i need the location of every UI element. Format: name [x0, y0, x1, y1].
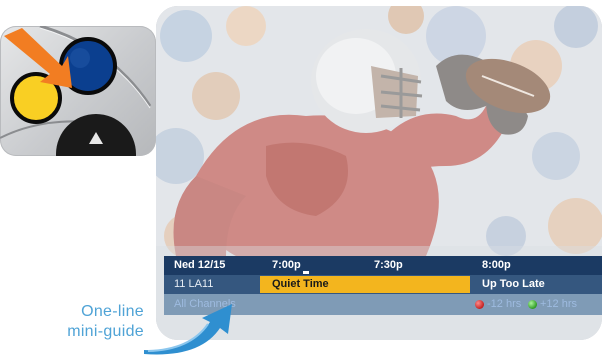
- guide-date: Ned 12/15: [174, 259, 226, 271]
- guide-time-row: Ned 12/15 7:00p 7:30p 8:00p: [164, 256, 602, 275]
- time-slot-1: 7:00p: [272, 259, 301, 271]
- current-program-title: Quiet Time: [272, 278, 329, 290]
- time-slot-3: 8:00p: [482, 259, 511, 271]
- current-program-cell[interactable]: Quiet Time: [260, 276, 470, 293]
- next-program-cell[interactable]: Up Too Late: [482, 278, 545, 290]
- red-button-icon: [475, 300, 484, 309]
- mini-guide-callout: One-line mini-guide: [40, 302, 144, 342]
- callout-arrow-icon: [144, 304, 232, 355]
- forward-12hrs-hint: +12 hrs: [540, 298, 577, 310]
- callout-line-2: mini-guide: [67, 323, 144, 340]
- up-arrow-button[interactable]: [56, 114, 136, 156]
- remote-inset: [0, 26, 156, 156]
- remote-illustration: [0, 26, 152, 156]
- callout-line-1: One-line: [81, 303, 144, 320]
- back-12hrs-hint: -12 hrs: [487, 298, 522, 310]
- guide-program-row: 11 LA11 Quiet Time Up Too Late: [164, 275, 602, 294]
- current-time-marker: [303, 271, 309, 274]
- green-button-icon: [528, 300, 537, 309]
- channel-label[interactable]: 11 LA11: [174, 278, 213, 290]
- time-slot-2: 7:30p: [374, 259, 403, 271]
